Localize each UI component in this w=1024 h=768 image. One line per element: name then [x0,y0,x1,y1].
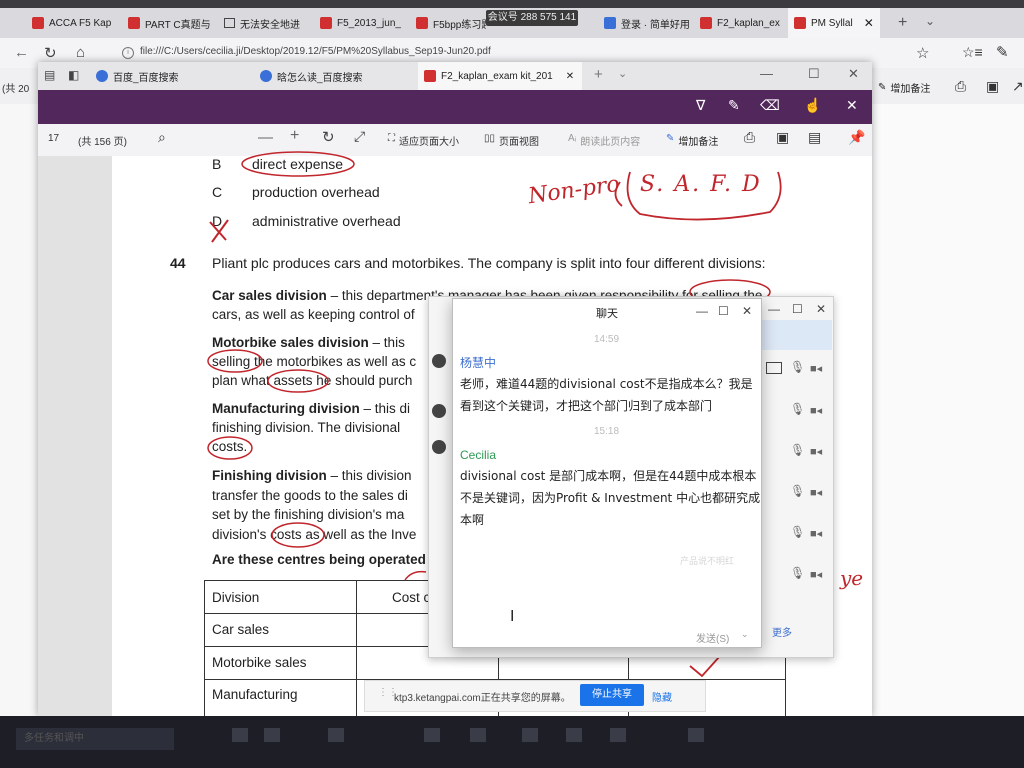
chat-timestamp: 15:18 [594,426,620,437]
camera-icon[interactable]: ■◂ [810,527,822,540]
hide-share-bar-button[interactable]: 隐藏 [652,689,672,704]
text-cursor-icon: I [510,608,515,625]
chat-message: divisional cost 是部门成本啊，但是在44题中成本根本 不是关键词… [460,469,761,527]
stop-share-button[interactable]: 停止共享 [580,684,644,706]
maximize-icon[interactable]: ☐ [718,304,729,318]
handwritten-safd: S. A. F. D [640,172,762,197]
chat-input[interactable] [456,574,756,624]
taskbar-app-icon[interactable] [688,728,704,742]
chat-timestamp: 14:59 [594,334,620,345]
taskbar-app-icon[interactable] [610,728,626,742]
taskbar-app-icon[interactable] [566,728,582,742]
chat-sender: Cecilia [460,448,497,462]
camera-icon[interactable]: ■◂ [810,568,822,581]
mic-icon[interactable]: 🎙 [790,525,805,539]
taskbar-left-item[interactable]: 多任务和调中 [16,728,174,750]
camera-icon[interactable]: ■◂ [810,362,822,375]
participants-header [760,320,832,350]
handwritten-margin: ye [840,566,864,590]
avatar [432,404,446,418]
close-icon[interactable]: ✕ [816,302,826,316]
camera-icon[interactable]: ■◂ [810,445,822,458]
screen-icon [766,362,782,374]
mic-icon[interactable]: 🎙 [790,484,805,498]
minimize-icon[interactable]: — [696,304,708,318]
camera-icon[interactable]: ■◂ [810,486,822,499]
mic-icon[interactable]: 🎙 [790,360,805,374]
chat-title: 聊天 [596,308,618,320]
mic-icon[interactable]: 🎙 [790,566,805,580]
taskbar-app-icon[interactable] [424,728,440,742]
send-button[interactable]: 发送(S) [696,630,729,645]
avatar [432,440,446,454]
chat-sender: 杨慧中 [460,356,497,370]
minimize-icon[interactable]: — [768,302,780,316]
avatar [432,354,446,368]
taskbar-app-icon[interactable] [264,728,280,742]
taskbar-app-icon[interactable] [328,728,344,742]
chat-hint: 产品说不明红 [680,556,735,566]
taskbar-app-icon[interactable] [470,728,486,742]
chat-message: 老师，难道44题的divisional cost不是指成本么？我是 看到这个关键… [460,377,753,413]
close-icon[interactable]: ✕ [742,304,752,318]
more-link[interactable]: 更多 [772,624,792,639]
taskbar-app-icon[interactable] [522,728,538,742]
maximize-icon[interactable]: ☐ [792,302,803,316]
mic-icon[interactable]: 🎙 [790,402,805,416]
mic-icon[interactable]: 🎙 [790,443,805,457]
send-options-icon[interactable]: ⌄ [741,629,749,640]
camera-icon[interactable]: ■◂ [810,404,822,417]
share-status-text: ktp3.ketangpai.com正在共享您的屏幕。 [394,693,571,704]
taskbar-app-icon[interactable] [232,728,248,742]
